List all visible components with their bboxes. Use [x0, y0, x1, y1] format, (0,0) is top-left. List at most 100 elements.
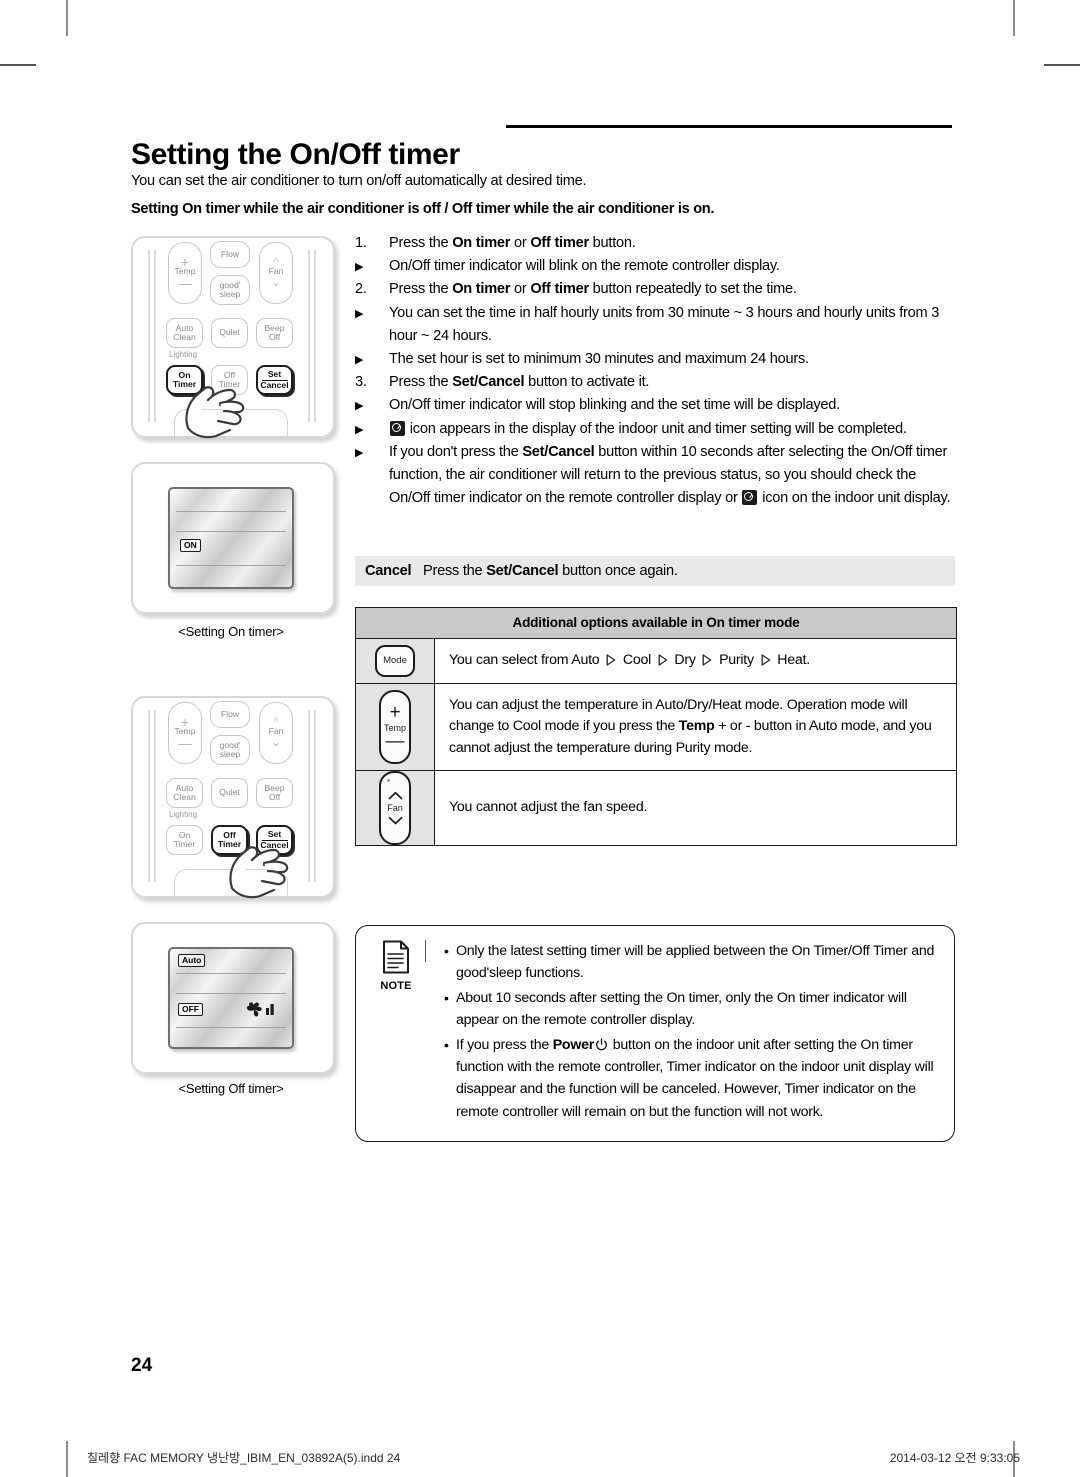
quiet-button[interactable]: Quiet [211, 318, 248, 348]
body-text: On/Off timer indicator will blink on the… [389, 258, 780, 275]
lcd-rule [176, 511, 286, 512]
body-text: Dry [670, 652, 700, 668]
temp-button-icon[interactable]: + Temp — [379, 689, 411, 764]
table-row: Fan You cannot adjust the fan speed. [356, 771, 956, 845]
body-text: If you press the [456, 1036, 553, 1053]
lcd-screen-off: Auto OFF [168, 947, 294, 1049]
auto-clean-button[interactable]: Auto Clean [166, 318, 203, 348]
step-text: If you don't press the Set/Cancel button… [389, 443, 951, 507]
off-timer-button[interactable]: Off Timer [211, 365, 248, 395]
set-cancel-button[interactable]: Set Cancel [256, 365, 293, 395]
footer-timestamp: 2014-03-12 오전 9:33:05 [889, 1451, 1020, 1465]
page-number: 24 [131, 1355, 153, 1376]
beep-off-button[interactable]: Beep Off [256, 778, 293, 808]
on-timer-button[interactable]: On Timer [166, 825, 203, 855]
remote-rail [154, 710, 156, 882]
triangle-right-icon [606, 652, 616, 666]
body-text: Heat. [773, 652, 810, 668]
options-table-header: Additional options available in On timer… [356, 608, 956, 639]
mode-button-icon[interactable]: Mode [375, 644, 415, 677]
remote-rail [308, 250, 310, 422]
table-row: + Temp — You can adjust the temperature … [356, 683, 956, 771]
body-text: icon on the indoor unit display. [758, 490, 951, 507]
beep-off-button[interactable]: Beep Off [256, 318, 293, 348]
clock-icon [390, 420, 405, 436]
display-illustration-on-timer: ON [131, 462, 335, 614]
lcd-rule [176, 1027, 286, 1028]
set-cancel-button[interactable]: Set Cancel [256, 825, 293, 855]
quiet-button[interactable]: Quiet [211, 778, 248, 808]
body-text: button repeatedly to set the time. [588, 281, 797, 298]
temp-button[interactable]: + Temp — [168, 702, 202, 764]
auto-clean-button[interactable]: Auto Clean [166, 778, 203, 808]
triangle-bullet-icon: ▶ [355, 307, 364, 320]
body-text: button once again. [558, 563, 678, 579]
numbered-step: 3. Press the Set/Cancel button to activat… [355, 371, 955, 394]
body-text: If you don't press the [389, 443, 523, 460]
goodsleep-label-2: sleep [219, 289, 241, 299]
emphasis-text: Off timer [530, 235, 589, 251]
note-item: • If you press the Power button on the in… [443, 1034, 938, 1124]
option-description: You can adjust the temperature in Auto/D… [449, 695, 943, 760]
goodsleep-button[interactable]: good' sleep [210, 735, 250, 765]
temp-button[interactable]: + Temp — [168, 242, 202, 304]
step-text: Press the Set/Cancel button to activate … [389, 374, 649, 390]
chevron-up-icon [388, 791, 402, 800]
note-label: NOTE [380, 980, 412, 992]
caption-setting-off-timer: <Setting Off timer> [178, 1081, 284, 1096]
bullet-step: ▶ On/Off timer indicator will stop blinki… [355, 394, 955, 417]
fan-button-icon-label: Fan [387, 803, 403, 813]
fan-button-icon[interactable]: Fan [379, 771, 411, 845]
remote-rail [148, 250, 150, 422]
set-label: Set [267, 368, 282, 379]
triangle-right-icon [658, 652, 668, 666]
on-timer-label-2: Timer [172, 379, 197, 389]
remote-rail [154, 250, 156, 422]
minus-icon: — [385, 731, 405, 753]
manual-page: Setting the On/Off timer You can set the… [0, 0, 1080, 1477]
option-description: You can select from Auto Cool Dry Purity… [449, 650, 810, 672]
bullet-dot-icon: • [444, 989, 449, 1006]
cancel-instruction-band: Cancel Press the Set/Cancel button once … [355, 556, 955, 586]
emphasis-text: Power [552, 1036, 595, 1053]
step-text: icon appears in the display of the indoo… [389, 420, 907, 437]
numbered-step: 1. Press the On timer or Off timer button… [355, 232, 955, 255]
remote-illustration-on-timer: + Temp — Flow ^ Fan ⌄ good' sleep Auto C… [131, 236, 335, 439]
cancel-label: Cancel [260, 380, 289, 390]
bullet-dot-icon: • [444, 1036, 449, 1053]
off-timer-button[interactable]: Off Timer [211, 825, 248, 855]
set-label: Set [267, 828, 282, 839]
body-text: button. [588, 235, 636, 251]
note-box: NOTE • Only the latest setting timer will… [355, 925, 955, 1143]
title-rule [506, 125, 952, 128]
body-text: On/Off timer indicator will stop blinkin… [389, 397, 840, 414]
flow-button[interactable]: Flow [210, 701, 250, 728]
fan-button[interactable]: ^ Fan ⌄ [259, 702, 293, 764]
goodsleep-label-2: sleep [219, 749, 241, 759]
lighting-label: Lighting [169, 810, 198, 819]
emphasis-text: Set/Cancel [522, 443, 595, 460]
fan-button[interactable]: ^ Fan ⌄ [259, 242, 293, 304]
body-text: Purity [715, 652, 758, 668]
options-text-cell: You cannot adjust the fan speed. [435, 771, 956, 845]
crop-mark-left-top [0, 64, 36, 66]
flow-button[interactable]: Flow [210, 241, 250, 268]
goodsleep-button[interactable]: good' sleep [210, 275, 250, 305]
chevron-down-icon [388, 816, 402, 825]
body-text: Only the latest setting timer will be ap… [456, 943, 935, 982]
step-number: 1. [355, 235, 367, 251]
on-timer-button[interactable]: On Timer [166, 365, 203, 395]
body-text: icon appears in the display of the indoo… [406, 420, 907, 437]
step-text: Press the On timer or Off timer button r… [389, 281, 797, 297]
numbered-step: 2. Press the On timer or Off timer button… [355, 278, 955, 301]
note-divider [425, 940, 426, 962]
step-text: Press the On timer or Off timer button. [389, 235, 636, 251]
note-icon-group: NOTE [368, 940, 424, 992]
lcd-on-indicator: ON [180, 539, 201, 552]
note-text: Only the latest setting timer will be ap… [456, 943, 934, 981]
emphasis-text: Set/Cancel [452, 374, 525, 391]
note-item: • About 10 seconds after setting the On t… [443, 987, 938, 1032]
cancel-label: Cancel [365, 563, 412, 579]
triangle-bullet-icon: ▶ [355, 261, 364, 274]
step-text: The set hour is set to minimum 30 minute… [389, 351, 809, 367]
